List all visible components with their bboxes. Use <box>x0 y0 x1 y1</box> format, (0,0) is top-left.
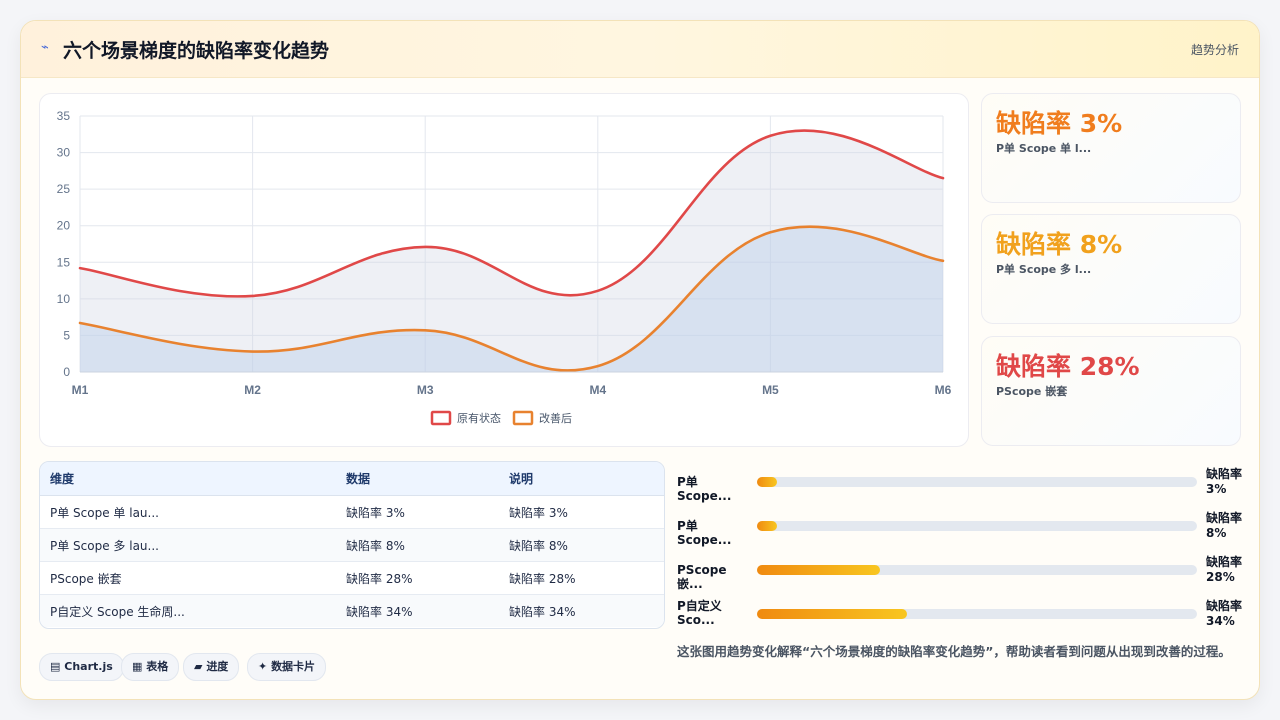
trend-analysis-link[interactable]: 趋势分析 <box>1191 41 1239 58</box>
stat-label: PScope 嵌套 <box>996 385 1068 398</box>
stat-card-3: 缺陷率 28% PScope 嵌套 <box>981 336 1241 446</box>
progress-label: PScope 嵌... <box>677 563 727 591</box>
column-header: 说明 <box>499 462 664 496</box>
table-cell: PScope 嵌套 <box>40 561 336 595</box>
progress-track <box>757 565 1197 575</box>
table-cell: P单 Scope 单 lau... <box>40 495 336 529</box>
data-table-card: 维度 数据 说明 P单 Scope 单 lau... 缺陷率 3% 缺陷率 3%… <box>39 461 665 629</box>
table-cell: P自定义 Scope 生命周... <box>40 594 336 627</box>
progress-value: 缺陷率 3% <box>1206 467 1243 496</box>
table-row: P单 Scope 单 lau... 缺陷率 3% 缺陷率 3% <box>40 495 664 529</box>
progress-value: 缺陷率 28% <box>1206 555 1243 584</box>
card-icon: ✦ <box>258 660 268 673</box>
stat-label: P单 Scope 单 l... <box>996 142 1092 155</box>
chart-caption: 这张图用趋势变化解释“六个场景梯度的缺陷率变化趋势”，帮助读者看到问题从出现到改… <box>677 644 1231 659</box>
progress-row: P单 Scope... 缺陷率 8% <box>675 508 1245 547</box>
progress-icon: ▰ <box>194 660 203 673</box>
y-tick-label: 0 <box>63 365 70 379</box>
tag-table[interactable]: ▦ 表格 <box>121 653 180 681</box>
table-cell: 缺陷率 8% <box>499 528 664 562</box>
dashboard-panel: ⌁ 六个场景梯度的缺陷率变化趋势 趋势分析 0 5 10 15 20 25 30 35 M1 M2… <box>20 20 1260 700</box>
trend-chart: 0 5 10 15 20 25 30 35 M1 M2 M3 M4 M5 M6 原有状态 改善后 <box>57 109 952 426</box>
stat-label: P单 Scope 多 l... <box>996 263 1092 276</box>
table-cell: 缺陷率 8% <box>336 528 499 562</box>
tag-label: 表格 <box>146 660 169 673</box>
legend-swatch <box>430 410 452 426</box>
x-tick-label: M4 <box>589 383 606 397</box>
chart-card: 0 5 10 15 20 25 30 35 M1 M2 M3 M4 M5 M6 原有状态 改善后 <box>39 93 969 447</box>
table-cell: 缺陷率 28% <box>499 561 664 595</box>
table-cell: 缺陷率 34% <box>336 594 499 627</box>
legend-label: 改善后 <box>539 411 572 425</box>
y-tick-label: 10 <box>57 292 71 306</box>
y-tick-label: 25 <box>57 182 71 196</box>
tag-label: Chart.js <box>64 660 113 673</box>
stat-value: 缺陷率 28% <box>996 352 1140 381</box>
stat-card-1: 缺陷率 3% P单 Scope 单 l... <box>981 93 1241 203</box>
progress-value: 缺陷率 34% <box>1206 599 1243 628</box>
progress-track <box>757 521 1197 531</box>
table-row: P自定义 Scope 生命周... 缺陷率 34% 缺陷率 34% <box>40 594 664 627</box>
x-tick-label: M3 <box>417 383 434 397</box>
table-cell: 缺陷率 3% <box>336 495 499 529</box>
stat-value: 缺陷率 8% <box>996 230 1123 259</box>
tag-label: 数据卡片 <box>271 660 316 673</box>
progress-row: P自定义 Sco... 缺陷率 34% <box>675 596 1245 630</box>
y-tick-label: 15 <box>57 255 71 269</box>
y-tick-label: 30 <box>57 146 71 160</box>
trend-icon: ⌁ <box>41 40 49 55</box>
x-tick-label: M2 <box>244 383 261 397</box>
progress-track <box>757 477 1197 487</box>
page-title: 六个场景梯度的缺陷率变化趋势 <box>63 40 330 62</box>
progress-value: 缺陷率 8% <box>1206 511 1243 540</box>
column-header: 维度 <box>40 462 336 496</box>
progress-row: PScope 嵌... 缺陷率 28% <box>675 552 1245 591</box>
y-tick-label: 20 <box>57 219 71 233</box>
tag-data-card[interactable]: ✦ 数据卡片 <box>247 653 327 681</box>
tag-label: 进度 <box>206 660 229 673</box>
progress-fill <box>757 565 881 575</box>
column-header: 数据 <box>336 462 499 496</box>
progress-row: P单 Scope... 缺陷率 3% <box>675 464 1245 503</box>
x-tick-label: M5 <box>762 383 779 397</box>
table-cell: 缺陷率 34% <box>499 594 664 627</box>
x-tick-label: M6 <box>935 383 952 397</box>
x-tick-label: M1 <box>72 383 89 397</box>
panel-header: ⌁ 六个场景梯度的缺陷率变化趋势 趋势分析 <box>21 21 1259 78</box>
progress-label: P自定义 Sco... <box>677 599 722 627</box>
stat-value: 缺陷率 3% <box>996 109 1123 138</box>
progress-fill <box>757 477 777 487</box>
table-cell: 缺陷率 3% <box>499 495 664 529</box>
table-icon: ▦ <box>132 660 143 673</box>
table-row: PScope 嵌套 缺陷率 28% 缺陷率 28% <box>40 561 664 595</box>
progress-fill <box>757 521 777 531</box>
data-table: 维度 数据 说明 P单 Scope 单 lau... 缺陷率 3% 缺陷率 3%… <box>40 462 664 627</box>
progress-track <box>757 609 1197 619</box>
progress-label: P单 Scope... <box>677 519 732 547</box>
table-row: P单 Scope 多 lau... 缺陷率 8% 缺陷率 8% <box>40 528 664 562</box>
stat-card-2: 缺陷率 8% P单 Scope 多 l... <box>981 214 1241 324</box>
tag-chartjs[interactable]: ▤ Chart.js <box>39 653 124 681</box>
legend-swatch <box>512 410 534 426</box>
legend-label: 原有状态 <box>457 411 501 425</box>
progress-fill <box>757 609 907 619</box>
progress-label: P单 Scope... <box>677 475 732 503</box>
table-cell: 缺陷率 28% <box>336 561 499 595</box>
tag-progress[interactable]: ▰ 进度 <box>183 653 240 681</box>
table-cell: P单 Scope 多 lau... <box>40 528 336 562</box>
chart-icon: ▤ <box>50 660 61 673</box>
y-tick-label: 35 <box>57 109 71 123</box>
y-tick-label: 5 <box>63 328 70 342</box>
table-header-row: 维度 数据 说明 <box>40 462 664 496</box>
